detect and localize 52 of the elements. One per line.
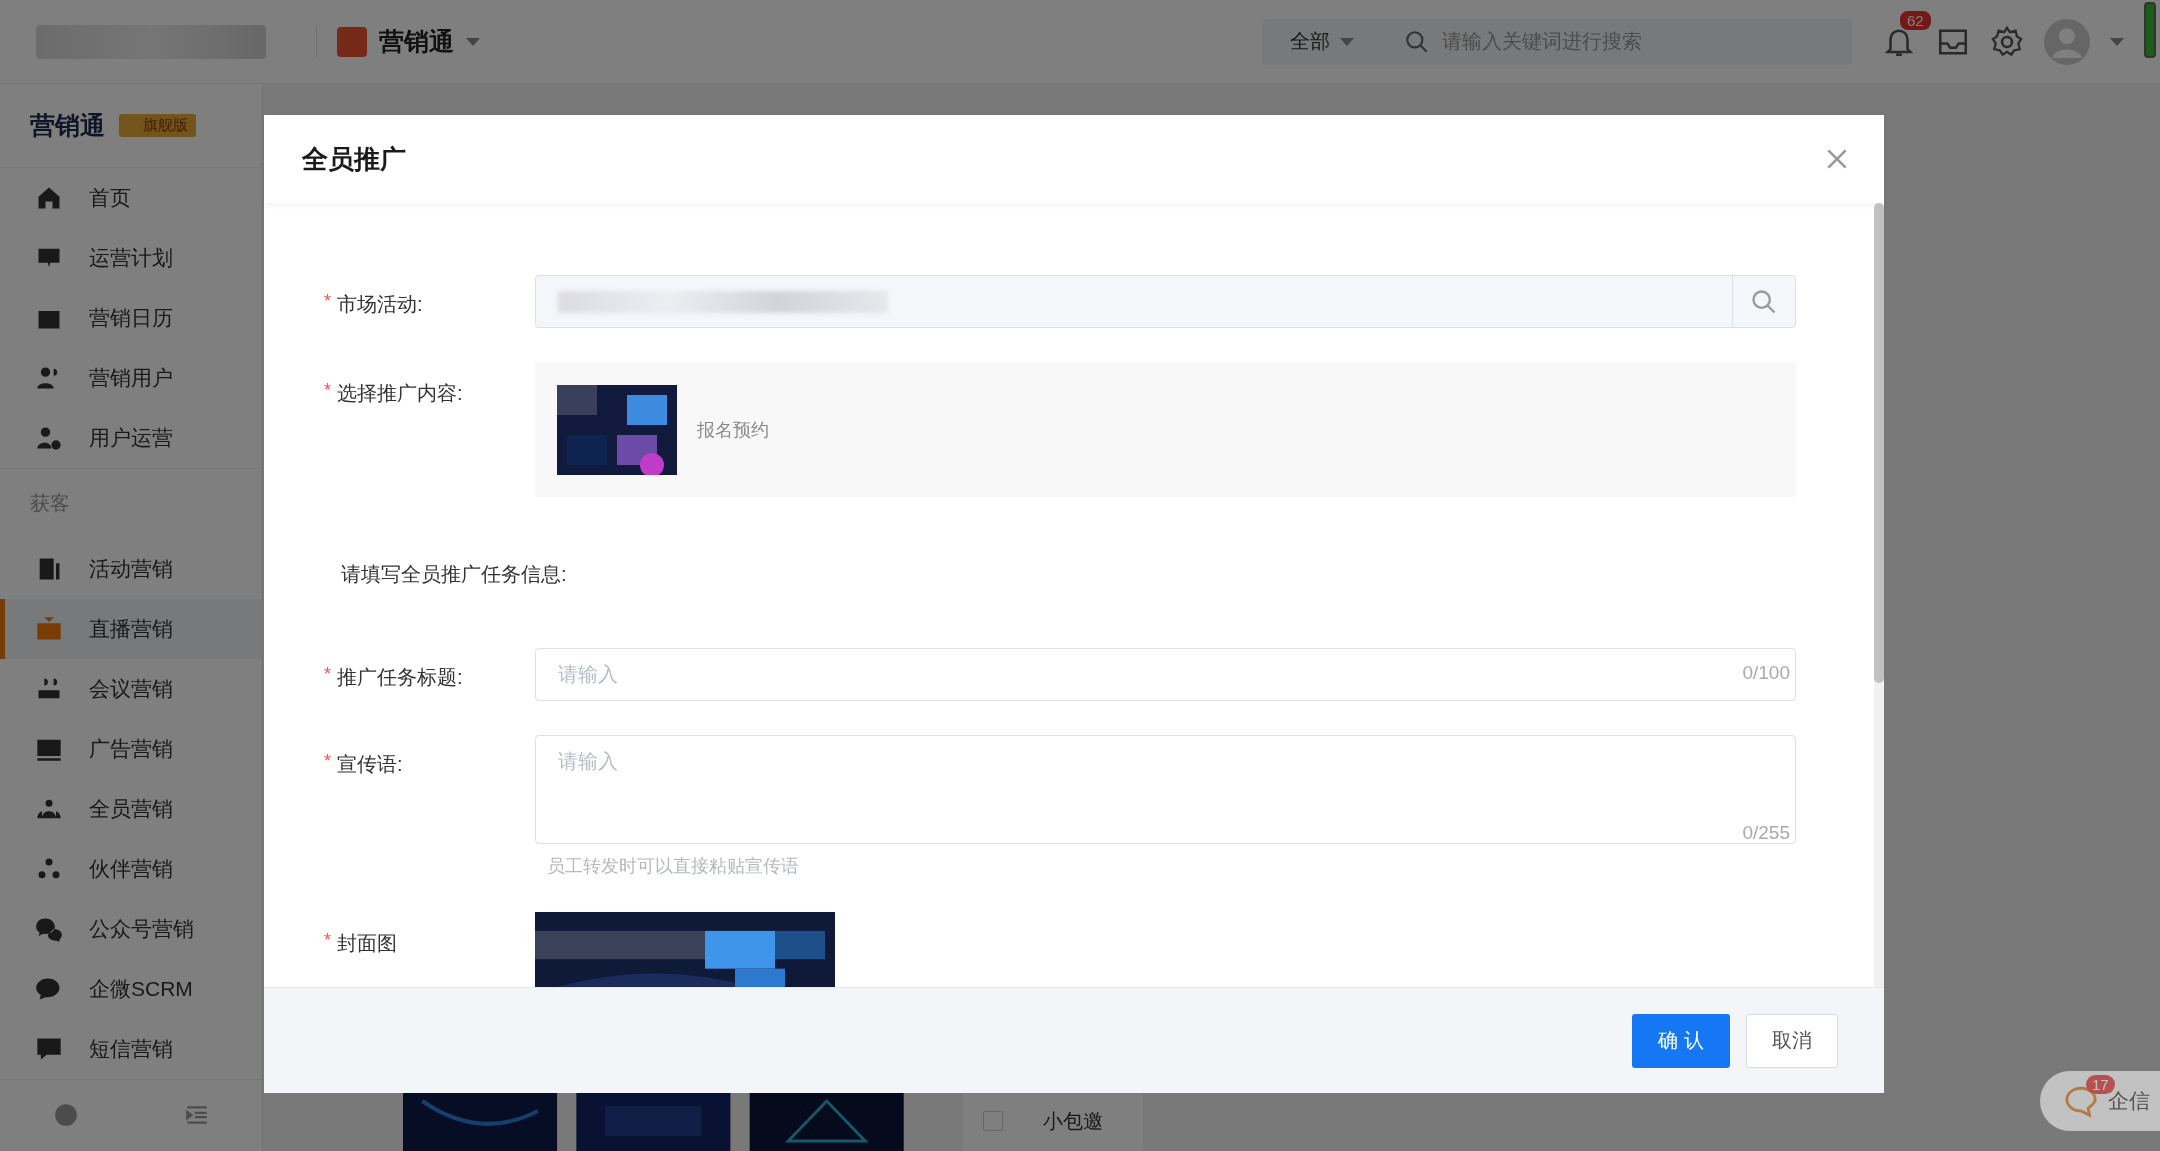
caret-icon[interactable]	[1340, 37, 1354, 46]
sidebar-item[interactable]: 全员营销	[0, 778, 262, 839]
search-scope[interactable]: 全部	[1290, 28, 1330, 55]
section-heading: 请填写全员推广任务信息:	[341, 562, 567, 587]
app-name[interactable]: 营销通	[379, 25, 454, 58]
field-label: 封面图	[337, 931, 397, 956]
sidebar-item[interactable]: 运营计划	[0, 227, 262, 288]
app-logo-icon	[337, 26, 367, 57]
tv-icon	[35, 614, 63, 643]
char-count: 0/255	[1742, 822, 1790, 844]
checkbox[interactable]	[983, 1111, 1003, 1131]
scroll-bar	[2144, 2, 2156, 58]
activity-search-field[interactable]	[535, 275, 1796, 328]
field-label: 推广任务标题:	[337, 665, 463, 690]
avatar-icon[interactable]	[2044, 18, 2090, 65]
sidebar-item[interactable]: 公众号营销	[0, 898, 262, 959]
sidebar-item[interactable]: 用户运营	[0, 407, 262, 468]
sidebar-item[interactable]: 首页	[0, 167, 262, 228]
confirm-button[interactable]: 确 认	[1632, 1013, 1730, 1068]
sidebar-item[interactable]: 短信营销	[0, 1018, 262, 1079]
chat-button[interactable]: 17 企信	[2040, 1071, 2160, 1131]
sidebar-item[interactable]: 直播营销	[0, 598, 262, 659]
sidebar-title: 营销通	[30, 109, 105, 141]
search-icon	[1404, 28, 1430, 55]
sidebar-item[interactable]: 伙伴营销	[0, 838, 262, 899]
content-card[interactable]: 报名预约	[535, 362, 1796, 497]
char-count: 0/100	[1742, 662, 1790, 684]
field-hint: 员工转发时可以直接粘贴宣传语	[547, 855, 800, 878]
scroll-thumb[interactable]	[1874, 203, 1884, 683]
sidebar-item[interactable]: 会议营销	[0, 658, 262, 719]
required-mark: *	[324, 751, 331, 772]
cancel-button[interactable]: 取消	[1746, 1013, 1838, 1068]
dialog-title: 全员推广	[302, 142, 406, 176]
chat-badge: 17	[2086, 1075, 2115, 1094]
field-label: 市场活动:	[337, 292, 423, 317]
settings-icon[interactable]	[1990, 24, 2024, 59]
list-item-title: 小包邀	[1043, 1108, 1103, 1134]
sidebar-item[interactable]: 企微SCRM	[0, 958, 262, 1019]
search-icon	[1750, 287, 1778, 316]
required-mark: *	[324, 380, 331, 401]
field-label: 宣传语:	[337, 752, 403, 777]
field-label: 选择推广内容:	[337, 381, 463, 406]
sidebar-item[interactable]: 营销日历	[0, 287, 262, 348]
caret-icon[interactable]	[2110, 37, 2124, 46]
sidebar-item[interactable]: 营销用户	[0, 347, 262, 408]
sidebar-item[interactable]: 活动营销	[0, 538, 262, 599]
sidebar-item[interactable]: 广告营销	[0, 718, 262, 779]
required-mark: *	[324, 664, 331, 685]
required-mark: *	[324, 291, 331, 312]
notification-badge: 62	[1898, 8, 1933, 32]
required-mark: *	[324, 930, 331, 951]
caret-icon[interactable]	[466, 37, 480, 46]
